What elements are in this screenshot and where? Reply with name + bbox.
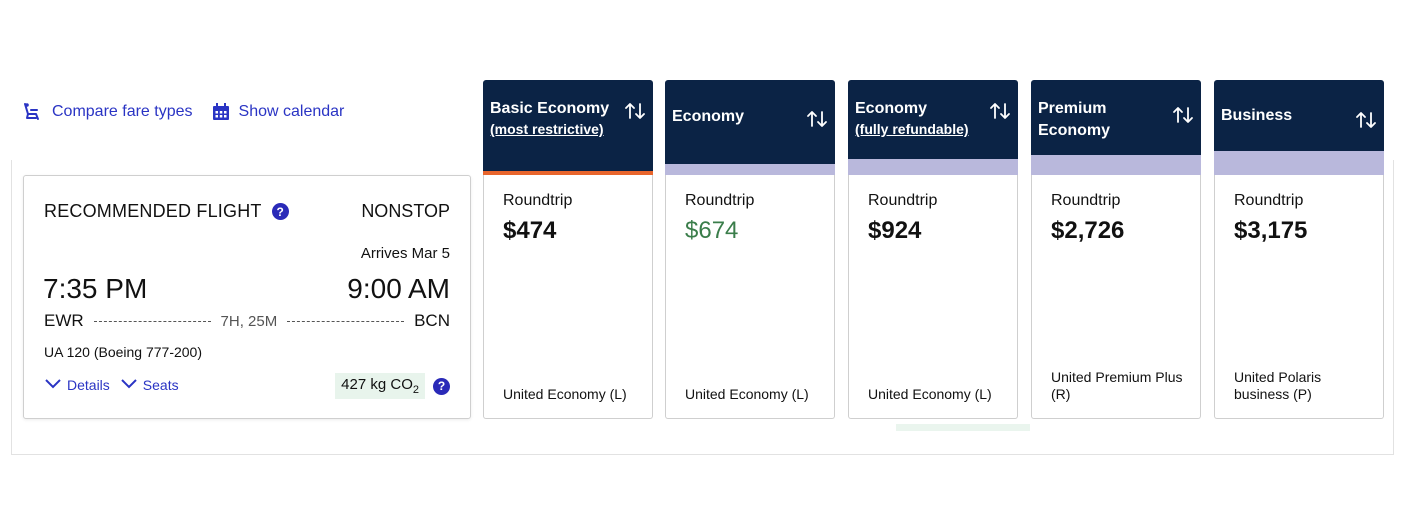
sort-icon[interactable] xyxy=(1172,104,1194,131)
help-icon[interactable]: ? xyxy=(271,203,289,220)
trip-type-label: Roundtrip xyxy=(685,192,755,209)
fare-header-title: Economy xyxy=(672,106,799,128)
fare-price: $474 xyxy=(503,217,557,244)
fare-cell-4[interactable]: Roundtrip $3,175 United Polaris business (… xyxy=(1214,175,1384,419)
fare-subtitle-link[interactable]: (fully refundable) xyxy=(855,120,982,138)
fare-color-band xyxy=(1214,151,1384,175)
fare-color-band xyxy=(848,159,1018,175)
recommended-header: RECOMMENDED FLIGHT ? xyxy=(44,201,289,222)
co2-help-icon[interactable]: ? xyxy=(433,377,450,395)
chevron-down-icon xyxy=(44,377,62,393)
sort-icon[interactable] xyxy=(806,108,828,135)
fare-name: Economy xyxy=(672,108,745,125)
fare-color-band xyxy=(1031,155,1201,175)
cabin-class: United Premium Plus (R) xyxy=(1051,369,1183,402)
details-toggle[interactable]: Details xyxy=(44,377,110,393)
fare-name: Premium Economy xyxy=(1038,100,1111,139)
co2-emissions: 427 kg CO2 ? xyxy=(335,373,450,399)
fare-header-title: Premium Economy xyxy=(1038,98,1165,142)
recommended-title: RECOMMENDED FLIGHT xyxy=(44,201,262,221)
trip-type-label: Roundtrip xyxy=(1234,192,1304,209)
trip-type-label: Roundtrip xyxy=(1051,192,1121,209)
fare-subtitle-link[interactable]: (most restrictive) xyxy=(490,120,617,138)
fare-cell-2[interactable]: Roundtrip $924 United Economy (L) xyxy=(848,175,1018,419)
fare-header-3[interactable]: Premium Economy xyxy=(1031,80,1201,175)
seats-label: Seats xyxy=(142,377,179,393)
arrival-date: Arrives Mar 5 xyxy=(360,245,450,262)
fare-name: Basic Economy xyxy=(490,100,610,117)
cabin-class: United Economy (L) xyxy=(503,386,627,402)
origin-airport: EWR xyxy=(44,311,84,330)
fare-price: $3,175 xyxy=(1234,217,1308,244)
calendar-icon xyxy=(211,102,231,122)
stops-label: NONSTOP xyxy=(361,201,450,221)
trip-type-label: Roundtrip xyxy=(503,192,573,209)
destination-airport: BCN xyxy=(414,311,450,330)
co2-badge: 427 kg CO2 xyxy=(335,373,425,399)
co2-subscript: 2 xyxy=(412,384,419,396)
seat-icon xyxy=(22,102,44,122)
fare-price: $674 xyxy=(685,217,739,244)
fare-header-2[interactable]: Economy (fully refundable) xyxy=(848,80,1018,175)
fare-cell-3[interactable]: Roundtrip $2,726 United Premium Plus (R) xyxy=(1031,175,1201,419)
fare-name: Business xyxy=(1221,107,1293,124)
details-label: Details xyxy=(67,377,110,393)
fare-name: Economy xyxy=(855,100,928,117)
fare-header-4[interactable]: Business xyxy=(1214,80,1384,175)
route-dash-left xyxy=(93,320,211,322)
cabin-class: United Economy (L) xyxy=(868,386,992,402)
route-line: EWR 7H, 25M BCN xyxy=(44,311,450,331)
fare-header-title: Basic Economy (most restrictive) xyxy=(490,98,617,138)
route-dash-right xyxy=(287,320,405,322)
sort-icon[interactable] xyxy=(1355,109,1377,136)
co2-value: 427 kg CO xyxy=(341,376,413,393)
departure-time: 7:35 PM xyxy=(43,273,148,304)
fare-header-title: Business xyxy=(1221,105,1348,127)
show-calendar-label: Show calendar xyxy=(238,103,345,120)
seats-toggle[interactable]: Seats xyxy=(120,377,179,393)
scroll-indicator xyxy=(896,424,1030,431)
flight-duration: 7H, 25M xyxy=(220,312,278,330)
fare-color-band xyxy=(665,164,835,175)
arrival-time: 9:00 AM xyxy=(347,273,450,304)
cabin-class: United Economy (L) xyxy=(685,386,809,402)
trip-type-label: Roundtrip xyxy=(868,192,938,209)
cabin-class: United Polaris business (P) xyxy=(1234,369,1322,402)
sort-icon[interactable] xyxy=(989,100,1011,127)
recommended-flight-card[interactable]: RECOMMENDED FLIGHT ? NONSTOP Arrives Mar… xyxy=(23,175,471,419)
fare-cell-0[interactable]: Roundtrip $474 United Economy (L) xyxy=(483,175,653,419)
compare-fare-types-label: Compare fare types xyxy=(52,103,193,120)
sort-icon[interactable] xyxy=(624,100,646,127)
fare-header-0[interactable]: Basic Economy (most restrictive) xyxy=(483,80,653,175)
toolbar: Compare fare types Show calendar xyxy=(22,102,344,122)
flight-actions: Details Seats xyxy=(44,377,179,393)
chevron-down-icon xyxy=(120,377,138,393)
fare-price: $924 xyxy=(868,217,922,244)
fare-price: $2,726 xyxy=(1051,217,1125,244)
compare-fare-types-link[interactable]: Compare fare types xyxy=(22,102,193,122)
fare-header-title: Economy (fully refundable) xyxy=(855,98,982,138)
flight-number: UA 120 (Boeing 777-200) xyxy=(44,344,202,360)
fare-header-1[interactable]: Economy xyxy=(665,80,835,175)
show-calendar-link[interactable]: Show calendar xyxy=(211,102,345,122)
fare-cell-1[interactable]: Roundtrip $674 United Economy (L) xyxy=(665,175,835,419)
